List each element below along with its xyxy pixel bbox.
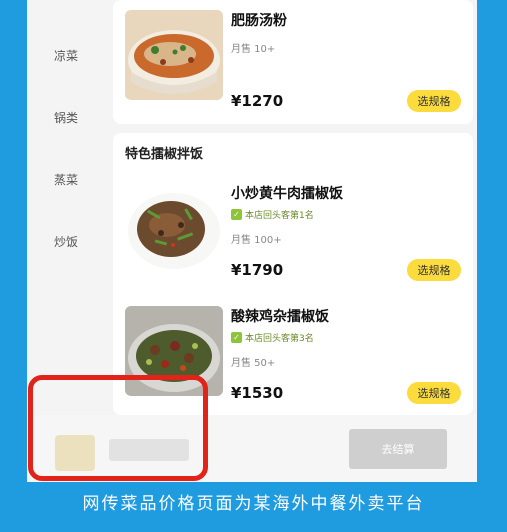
repeat-customer-badge: ✓ 本店回头客第3名 xyxy=(231,330,314,345)
dish-name: 肥肠汤粉 xyxy=(231,13,287,29)
dish-photo-noodle-soup xyxy=(125,10,223,100)
dish-name: 酸辣鸡杂擂椒饭 xyxy=(231,309,329,325)
repeat-customer-badge: ✓ 本店回头客第1名 xyxy=(231,207,314,222)
select-spec-button[interactable]: 选规格 xyxy=(407,259,461,281)
highlight-box xyxy=(28,375,208,481)
thumbs-up-icon: ✓ xyxy=(231,332,242,343)
dish-price: ¥1790 xyxy=(231,261,284,279)
dish-monthly-sales: 月售 100+ xyxy=(231,235,282,246)
sidebar-item-fried-rice[interactable]: 炒饭 xyxy=(27,233,105,250)
dish-item[interactable]: 肥肠汤粉 月售 10+ ¥1270 选规格 xyxy=(113,10,473,128)
dish-card: 肥肠汤粉 月售 10+ ¥1270 选规格 xyxy=(113,0,473,124)
sidebar-item-steamed-dishes[interactable]: 蒸菜 xyxy=(27,171,105,188)
rank-text: 本店回头客第3名 xyxy=(245,334,314,344)
select-spec-button[interactable]: 选规格 xyxy=(407,382,461,404)
sidebar-item-cold-dishes[interactable]: 凉菜 xyxy=(27,47,105,64)
dish-monthly-sales: 月售 50+ xyxy=(231,358,276,369)
section-title: 特色擂椒拌饭 xyxy=(125,147,204,162)
checkout-button[interactable]: 去结算 xyxy=(349,429,447,469)
rank-text: 本店回头客第1名 xyxy=(245,211,314,221)
dish-photo-beef-rice xyxy=(125,183,223,273)
sidebar-item-pot-dishes[interactable]: 锅类 xyxy=(27,109,105,126)
dish-price: ¥1270 xyxy=(231,92,284,110)
section-card: 特色擂椒拌饭 小炒黄牛肉擂椒饭 ✓ 本店回头客第1名 月售 100+ ¥1790… xyxy=(113,133,473,415)
thumbs-up-icon: ✓ xyxy=(231,209,242,220)
news-caption: 网传菜品价格页面为某海外中餐外卖平台 xyxy=(82,494,425,514)
dish-monthly-sales: 月售 10+ xyxy=(231,44,276,55)
dish-name: 小炒黄牛肉擂椒饭 xyxy=(231,186,343,202)
select-spec-button[interactable]: 选规格 xyxy=(407,90,461,112)
dish-item[interactable]: 小炒黄牛肉擂椒饭 ✓ 本店回头客第1名 月售 100+ ¥1790 选规格 xyxy=(113,183,473,301)
dish-price: ¥1530 xyxy=(231,384,284,402)
